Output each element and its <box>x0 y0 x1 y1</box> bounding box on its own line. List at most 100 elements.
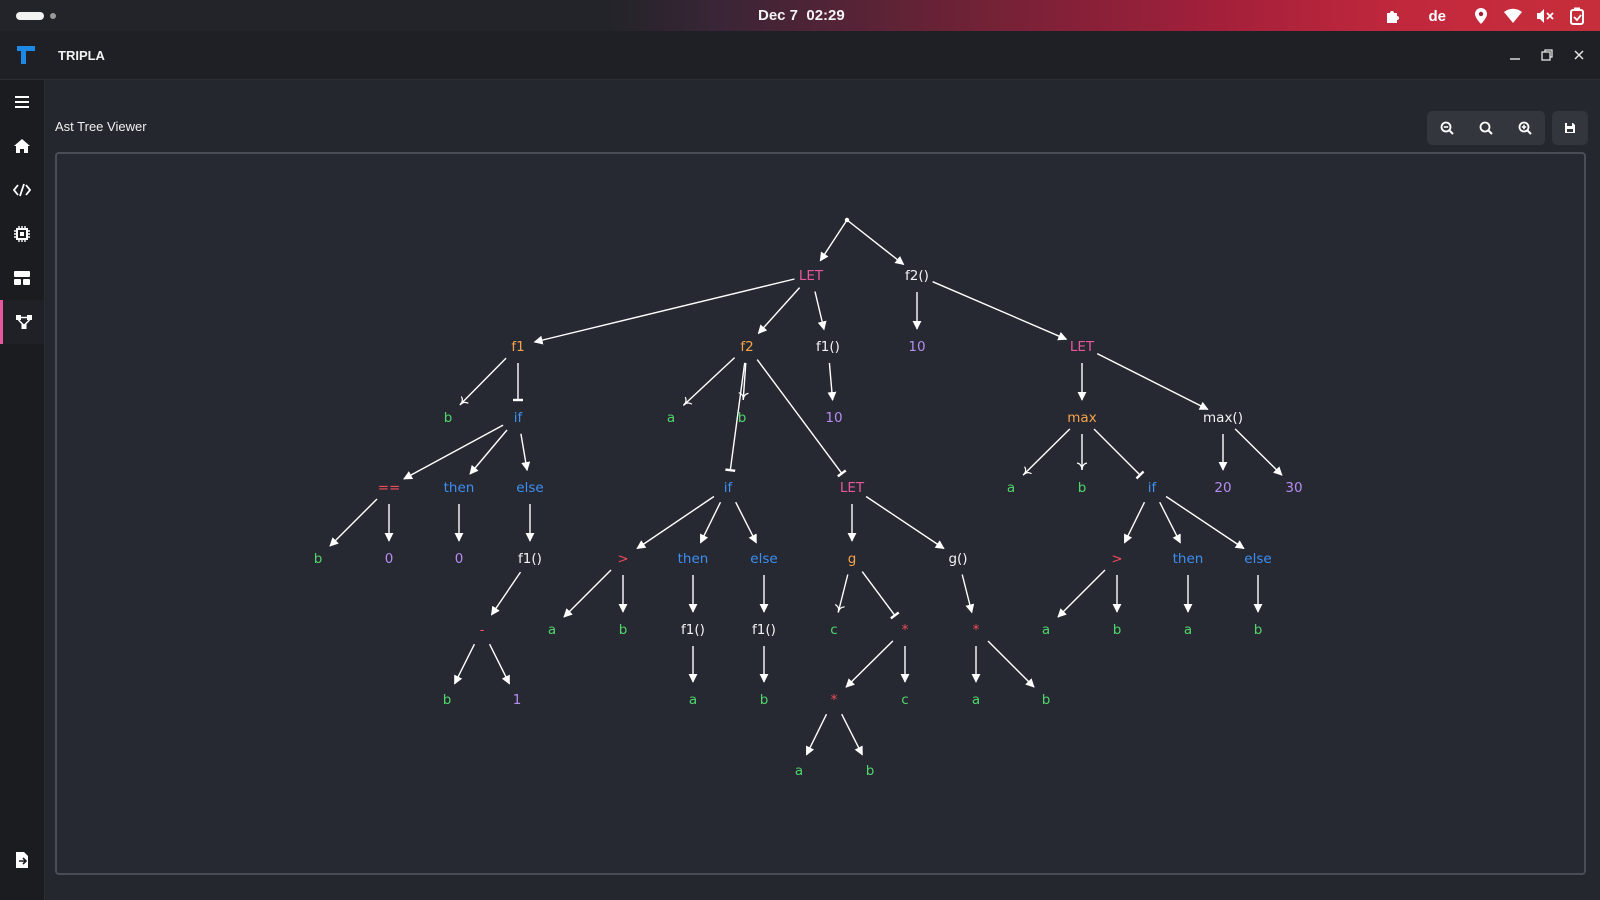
extension-icon[interactable] <box>1384 7 1402 25</box>
tree-node-control[interactable]: if <box>1148 480 1158 496</box>
tree-edge <box>861 571 900 620</box>
tree-node-variable[interactable]: a <box>1184 622 1192 638</box>
tree-node-number[interactable]: 0 <box>385 551 394 567</box>
minimize-button[interactable] <box>1505 45 1525 65</box>
tree-node-operator[interactable]: * <box>831 692 838 708</box>
save-button[interactable] <box>1552 111 1588 145</box>
tree-edge <box>865 495 945 550</box>
tree-node-operator[interactable]: * <box>902 622 909 638</box>
sidebar-item-home[interactable] <box>0 124 44 168</box>
zoom-reset-button[interactable] <box>1466 111 1505 145</box>
tree-node-variable[interactable]: a <box>689 692 697 708</box>
zoom-out-button[interactable] <box>1427 111 1466 145</box>
tree-node-function[interactable]: g <box>848 551 857 567</box>
tree-node-number[interactable]: 20 <box>1214 480 1231 496</box>
tree-node-keyword[interactable]: LET <box>799 268 824 284</box>
tree-node-variable[interactable]: a <box>1042 622 1050 638</box>
tree-edge <box>533 278 795 345</box>
tree-edge <box>459 357 507 406</box>
workspace-dot[interactable] <box>50 13 56 19</box>
tree-node-variable[interactable]: a <box>972 692 980 708</box>
tree-node-call[interactable]: f1() <box>681 622 705 638</box>
keyboard-layout[interactable]: de <box>1428 7 1446 25</box>
tree-node-operator[interactable]: == <box>378 480 401 496</box>
tree-node-number[interactable]: 10 <box>825 410 842 426</box>
ast-tree-canvas[interactable]: LET f2() f1 f2 f1() 10 LET b if a b 10 max max() == the… <box>55 152 1586 875</box>
sidebar-item-processor[interactable] <box>0 212 44 256</box>
tree-node-variable[interactable]: c <box>901 692 908 708</box>
volume-muted-icon[interactable] <box>1536 7 1554 25</box>
wifi-icon[interactable] <box>1504 7 1522 25</box>
activities-indicator[interactable] <box>16 12 44 20</box>
tree-node-variable[interactable]: b <box>314 551 323 567</box>
tree-node-function[interactable]: f2 <box>740 339 753 355</box>
tree-node-control[interactable]: then <box>1173 551 1204 567</box>
sidebar-item-code[interactable] <box>0 168 44 212</box>
zoom-reset-icon <box>1479 121 1493 135</box>
tree-node-control[interactable]: if <box>514 410 524 426</box>
tree-edge <box>1096 352 1209 411</box>
tree-node-control[interactable]: then <box>444 480 475 496</box>
tree-node-call[interactable]: f1() <box>752 622 776 638</box>
tree-node-function[interactable]: f1 <box>511 339 524 355</box>
restore-icon <box>1541 49 1553 61</box>
tree-node-number[interactable]: 10 <box>908 339 925 355</box>
tree-node-keyword[interactable]: LET <box>840 480 865 496</box>
tree-edge <box>814 291 827 331</box>
sidebar-item-ast-tree[interactable] <box>0 300 44 344</box>
tree-node-control[interactable]: else <box>1244 551 1271 567</box>
tree-node-control[interactable]: if <box>724 480 734 496</box>
tree-node-variable[interactable]: b <box>619 622 628 638</box>
tree-edge <box>636 495 715 550</box>
tree-edge <box>838 574 849 613</box>
tree-node-function[interactable]: max <box>1067 410 1096 426</box>
ast-tree-svg: LET f2()f1 f2 f1() 10 LETb if a b 10 max max()== the… <box>314 217 1303 779</box>
tree-node-operator[interactable]: > <box>1111 551 1122 567</box>
tree-edge <box>735 501 757 544</box>
battery-icon[interactable] <box>1568 7 1586 25</box>
tree-node-variable[interactable]: b <box>1042 692 1051 708</box>
tree-node-call[interactable]: f1() <box>518 551 542 567</box>
tree-node-operator[interactable]: * <box>973 622 980 638</box>
tree-node-number[interactable]: 0 <box>455 551 464 567</box>
tree-edge <box>827 362 837 401</box>
clock[interactable]: Dec 7 02:29 <box>758 7 845 24</box>
sidebar-item-menu[interactable] <box>0 80 44 124</box>
restore-button[interactable] <box>1537 45 1557 65</box>
tree-node-variable[interactable]: b <box>866 763 875 779</box>
tree-node-operator[interactable]: > <box>617 551 628 567</box>
tree-node-call[interactable]: g() <box>948 551 967 567</box>
tree-node-control[interactable]: else <box>750 551 777 567</box>
tree-node-call[interactable]: f2() <box>905 268 929 284</box>
tree-node-variable[interactable]: a <box>667 410 675 426</box>
minimize-icon <box>1510 58 1520 60</box>
tree-node-operator[interactable]: - <box>480 622 485 638</box>
sidebar-item-layout[interactable] <box>0 256 44 300</box>
tree-node-variable[interactable]: c <box>830 622 837 638</box>
tree-node-variable[interactable]: b <box>1254 622 1263 638</box>
app-title: TRIPLA <box>58 48 105 63</box>
zoom-in-button[interactable] <box>1506 111 1545 145</box>
tree-node-keyword[interactable]: LET <box>1070 339 1095 355</box>
tree-node-control[interactable]: then <box>678 551 709 567</box>
tree-node-control[interactable]: else <box>516 480 543 496</box>
system-tray: de <box>1384 5 1586 27</box>
tree-node-number[interactable]: 30 <box>1285 480 1302 496</box>
tree-node-variable[interactable]: b <box>760 692 769 708</box>
tree-node-variable[interactable]: b <box>1113 622 1122 638</box>
tree-node-number[interactable]: 1 <box>513 692 522 708</box>
tree-node-variable[interactable]: b <box>443 692 452 708</box>
tree-edge <box>1022 428 1071 476</box>
tree-node-variable[interactable]: b <box>444 410 453 426</box>
tree-node-variable[interactable]: a <box>548 622 556 638</box>
tree-edge <box>932 281 1068 341</box>
tree-node-variable[interactable]: b <box>1078 480 1087 496</box>
tree-edge <box>488 643 511 685</box>
tree-node-variable[interactable]: b <box>738 410 747 426</box>
tree-node-variable[interactable]: a <box>795 763 803 779</box>
tree-node-call[interactable]: f1() <box>816 339 840 355</box>
tree-node-variable[interactable]: a <box>1007 480 1015 496</box>
sidebar-item-export[interactable] <box>0 838 44 882</box>
close-button[interactable] <box>1569 45 1589 65</box>
tree-node-call[interactable]: max() <box>1203 410 1243 426</box>
